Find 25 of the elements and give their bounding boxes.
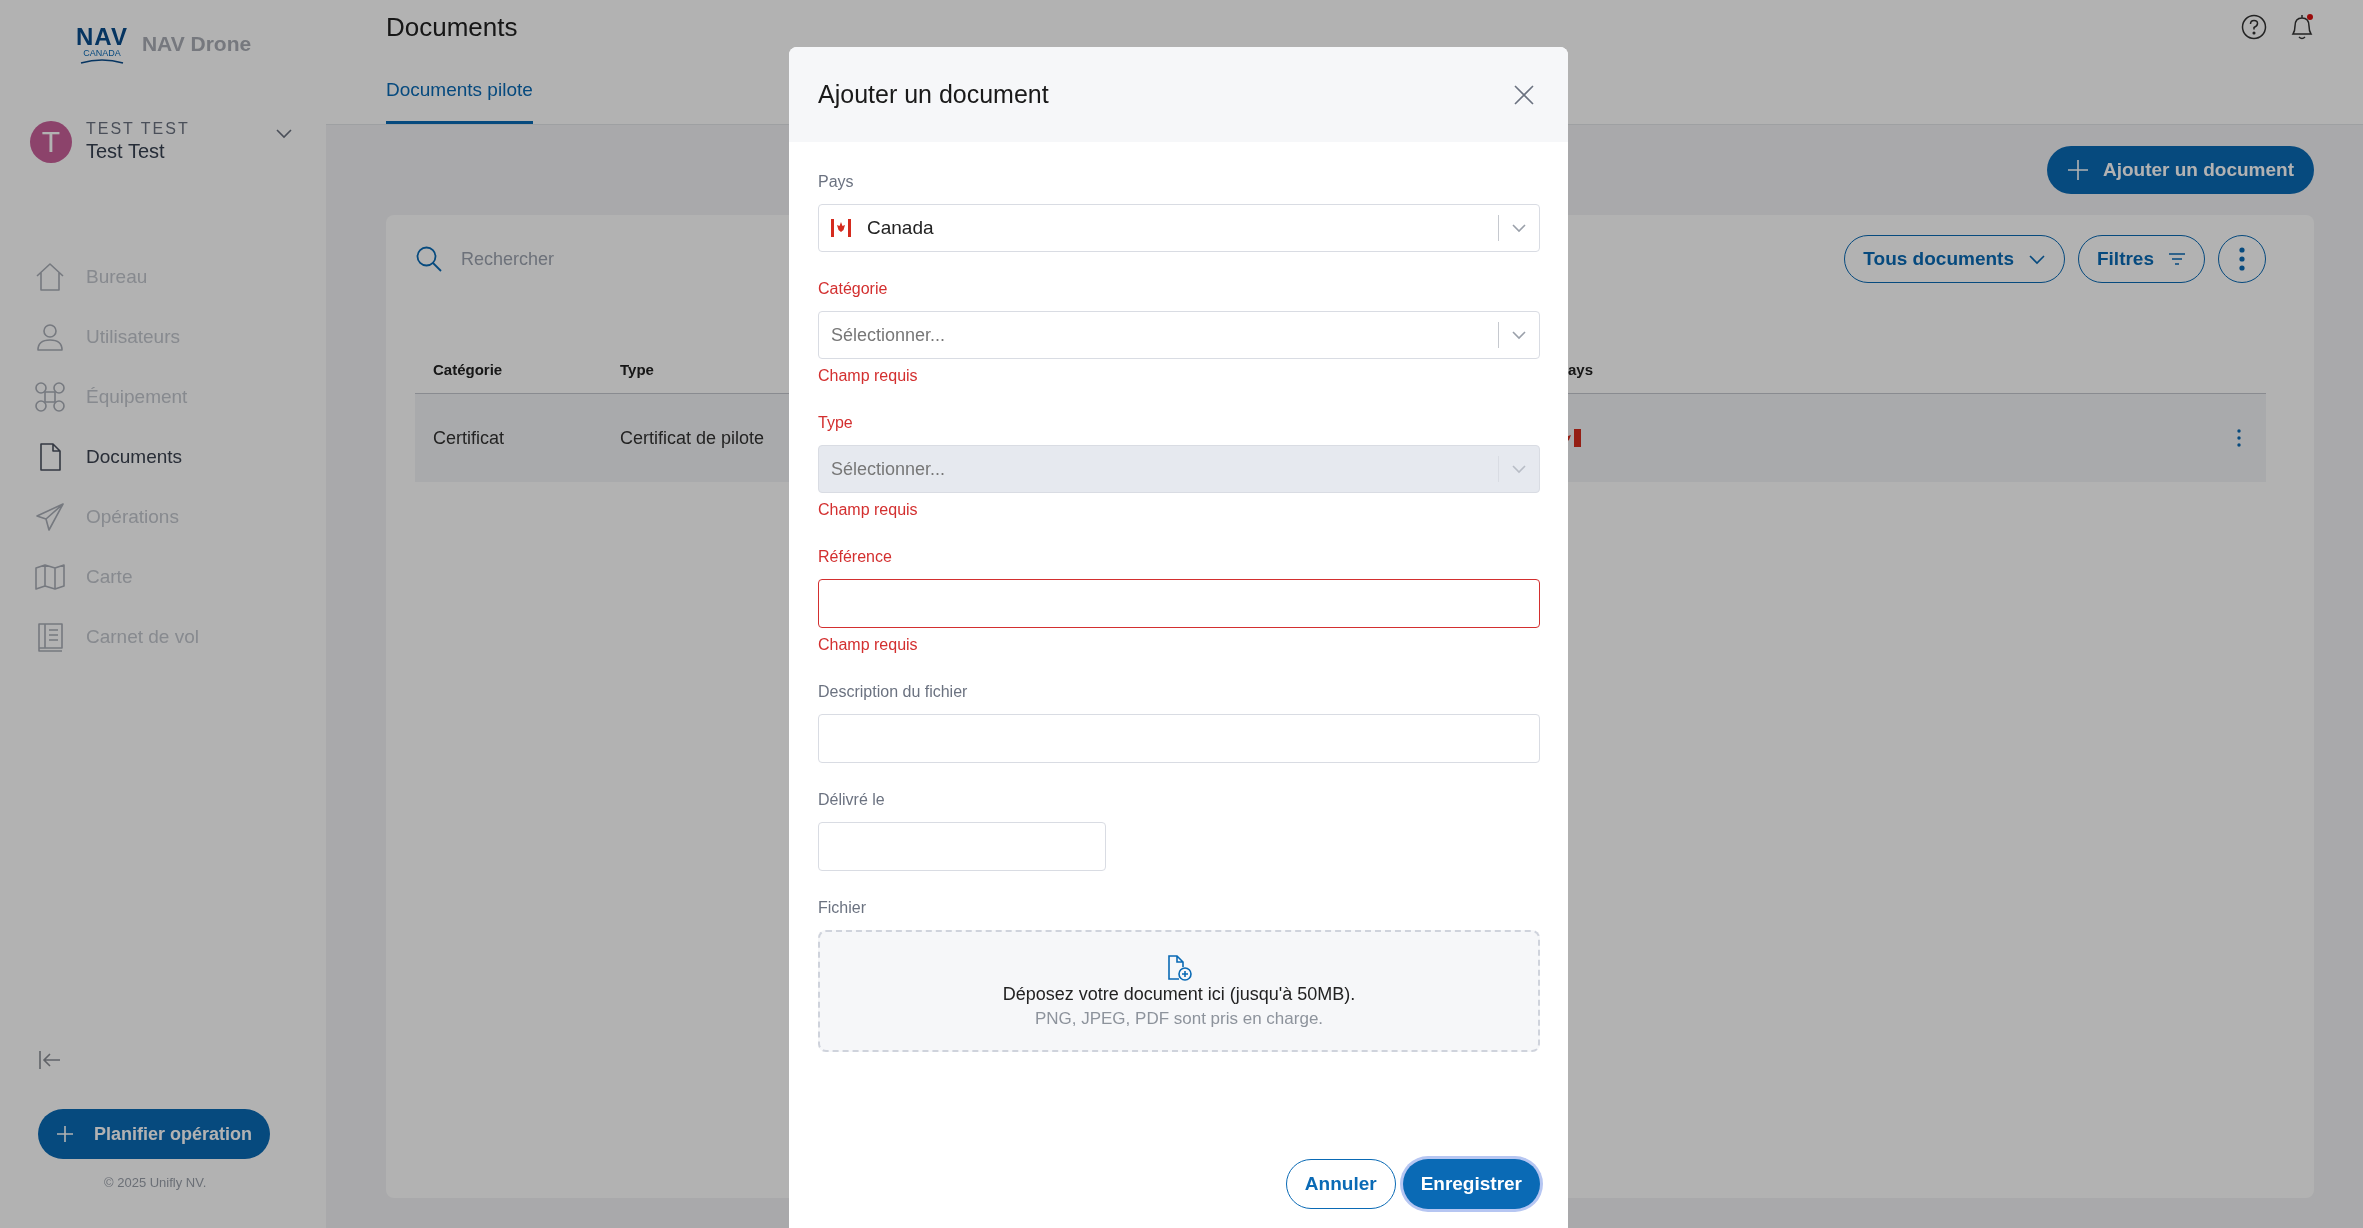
column-header: Type [620, 360, 654, 378]
field-label: Type [818, 413, 854, 433]
supported-formats: PNG, JPEG, PDF sont pris en charge. [1034, 1008, 1324, 1029]
error-message: Champ requis [818, 500, 919, 520]
table-cell: Certificat [433, 427, 504, 448]
error-message: Champ requis [818, 635, 919, 655]
field-label: Description du fichier [818, 682, 969, 702]
column-header: ays [1568, 360, 1594, 378]
drop-instructions: Déposez votre document ici (jusqu'à 50MB). [1002, 983, 1356, 1005]
error-message: Champ requis [818, 366, 919, 386]
user-name: Test Test [86, 140, 166, 163]
app-name: NAV Drone [141, 32, 252, 56]
page-title: Documents [386, 11, 518, 43]
column-header: Catégorie [433, 360, 503, 378]
field-label: Référence [818, 547, 893, 567]
dialog-title: Ajouter un document [818, 80, 1049, 109]
table-cell: Certificat de pilote [620, 427, 765, 448]
field-label: Fichier [818, 898, 867, 918]
field-label: Catégorie [818, 279, 889, 299]
nav-canada-logo: NAV CANADA [76, 24, 128, 64]
field-label: Délivré le [818, 790, 886, 810]
user-handle: TEST TEST [86, 120, 191, 138]
user-avatar: T [30, 120, 72, 163]
copyright-text: © 2025 Unifly NV. [104, 1175, 207, 1190]
field-label: Pays [818, 172, 855, 192]
